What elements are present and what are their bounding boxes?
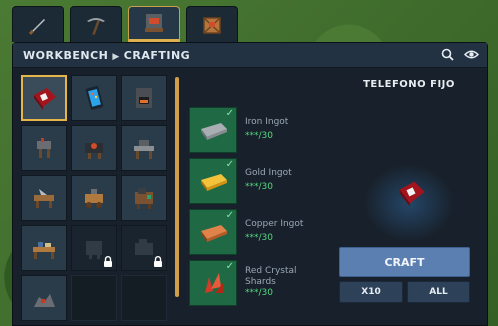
crafting-panel: WORKBENCH ▶ CRAFTING ✓ Iron Ingot ***/30… (12, 42, 488, 326)
tab-tools[interactable] (70, 6, 122, 42)
header-actions (441, 48, 479, 61)
workstation-icon (134, 140, 154, 159)
breadcrumb-root[interactable]: WORKBENCH (23, 49, 108, 62)
ingredient-slot[interactable]: ✓ (189, 158, 237, 204)
gold-ingot-icon (201, 174, 227, 191)
ingredient-quantity: ***/30 (245, 182, 273, 192)
ingredient-row: ✓ Gold Ingot ***/30 (189, 156, 329, 207)
ingredient-list: ✓ Iron Ingot ***/30 ✓ Gold Ingot ***/30 … (189, 105, 329, 309)
item-title: TELEFONO FIJO (363, 79, 455, 90)
red-phone-icon (34, 88, 56, 110)
recipe-slot-desk[interactable] (21, 225, 67, 271)
forge-icon (85, 143, 103, 159)
recipe-slot-empty (71, 275, 117, 321)
check-icon: ✓ (225, 159, 234, 170)
anvil-station-icon (37, 138, 51, 158)
red-crystal-icon (205, 273, 223, 293)
ingredient-name: Copper Ingot (245, 219, 304, 229)
recipe-slot-furnace[interactable] (121, 75, 167, 121)
ingredient-name: Gold Ingot (245, 168, 292, 178)
breadcrumb-separator-icon: ▶ (112, 51, 120, 62)
check-icon: ✓ (225, 261, 234, 272)
ingredient-quantity: ***/30 (245, 131, 273, 141)
recipe-slot-workstation[interactable] (121, 125, 167, 171)
pickaxe-icon (87, 17, 105, 35)
eye-icon[interactable] (464, 48, 479, 61)
ingredient-name: Red Crystal Shards (245, 266, 297, 287)
recipe-slot-locked-1[interactable] (71, 225, 117, 271)
recipe-slot-sawmill[interactable] (21, 175, 67, 221)
copper-ingot-icon (201, 225, 227, 242)
recipe-slot-smartphone[interactable] (71, 75, 117, 121)
furnace-icon (136, 88, 152, 108)
cart-icon (85, 189, 103, 208)
recipe-slot-anvil-station[interactable] (21, 125, 67, 171)
ingredient-name: Iron Ingot (245, 117, 289, 127)
recipe-slot-cart[interactable] (71, 175, 117, 221)
tab-storage[interactable] (186, 6, 238, 42)
item-preview (339, 143, 479, 263)
lock-icon (104, 256, 112, 267)
breadcrumb-current: CRAFTING (123, 48, 191, 62)
workbench-icon (145, 14, 163, 32)
recipe-scrollbar[interactable] (175, 77, 179, 297)
scrap-pile-icon (34, 294, 55, 307)
tab-workbench[interactable] (128, 6, 180, 42)
recipe-slot-locked-2[interactable] (121, 225, 167, 271)
tab-weapons[interactable] (12, 6, 64, 42)
desk-icon (33, 242, 55, 259)
item-detail: TELEFONO FIJO (339, 79, 479, 90)
crate-icon (203, 16, 221, 34)
recipe-slot-telephone[interactable] (21, 75, 67, 121)
craft-all-button[interactable]: ALL (407, 281, 470, 303)
ingredient-quantity: ***/30 (245, 233, 273, 243)
machine-icon (135, 188, 153, 209)
panel-header: WORKBENCH ▶ CRAFTING (13, 43, 487, 68)
lock-icon (154, 256, 162, 267)
ingredient-slot[interactable]: ✓ (189, 209, 237, 255)
craft-x10-button[interactable]: X10 (339, 281, 403, 303)
ingredient-quantity: ***/30 (245, 288, 273, 298)
ingredient-slot[interactable]: ✓ (189, 260, 237, 306)
recipe-slot-forge[interactable] (71, 125, 117, 171)
recipe-slot-machine[interactable] (121, 175, 167, 221)
ingredient-row: ✓ Copper Ingot ***/30 (189, 207, 329, 258)
ingredient-slot[interactable]: ✓ (189, 107, 237, 153)
craft-button[interactable]: CRAFT (339, 247, 470, 277)
red-phone-icon (399, 181, 425, 207)
recipe-slot-scrap-pile[interactable] (21, 275, 67, 321)
recipe-grid (21, 75, 171, 321)
sawmill-icon (34, 189, 54, 208)
ingredient-row: ✓ Red Crystal Shards ***/30 (189, 258, 329, 309)
check-icon: ✓ (225, 210, 234, 221)
scroll-thumb[interactable] (175, 77, 179, 297)
smartphone-icon (85, 86, 104, 110)
breadcrumb: WORKBENCH ▶ CRAFTING (23, 49, 190, 62)
ingredient-row: ✓ Iron Ingot ***/30 (189, 105, 329, 156)
recipe-slot-empty (121, 275, 167, 321)
check-icon: ✓ (225, 108, 234, 119)
sword-icon (28, 18, 45, 35)
category-tabs (12, 6, 238, 42)
iron-ingot-icon (201, 123, 227, 140)
search-icon[interactable] (441, 48, 454, 61)
